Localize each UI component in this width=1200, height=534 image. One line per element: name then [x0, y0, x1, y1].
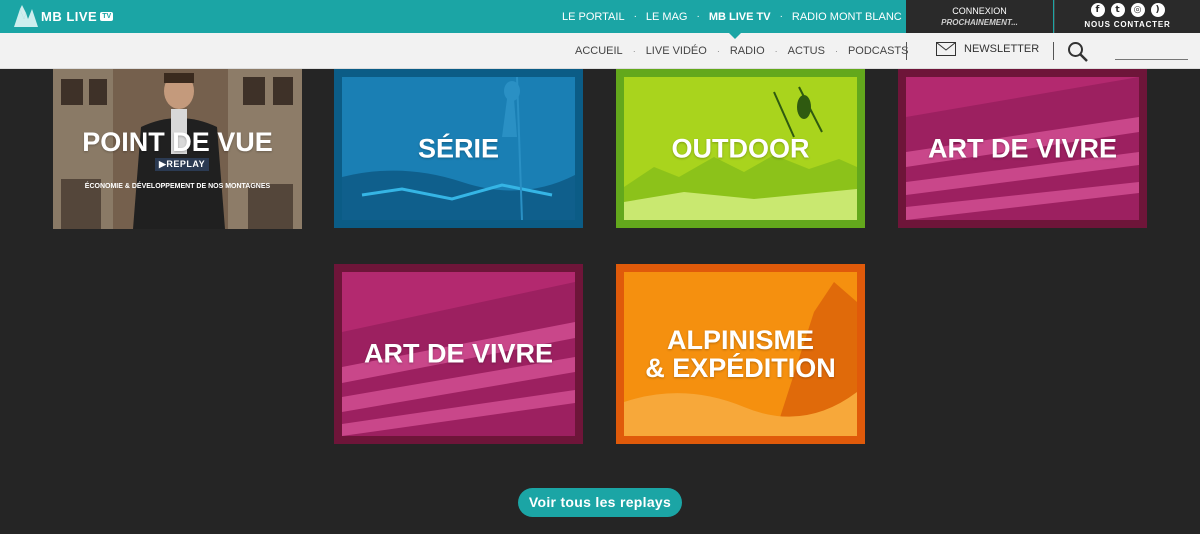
social-box: f t ◎ ) NOUS CONTACTER	[1054, 0, 1200, 33]
tile-subtitle: ÉCONOMIE & DÉVELOPPEMENT DE NOS MONTAGNE…	[84, 183, 271, 190]
tile-title-line-2: & EXPÉDITION	[645, 353, 836, 383]
top-bar: MB LIVE TV LE PORTAIL · LE MAG · MB LIVE…	[0, 0, 1200, 33]
envelope-icon	[936, 42, 956, 56]
nav-separator: ·	[632, 46, 636, 56]
mb-live-logo[interactable]: MB LIVE TV	[14, 4, 114, 28]
tile-alpinisme-expedition[interactable]: ALPINISME & EXPÉDITION	[616, 264, 865, 444]
tile-art-de-vivre[interactable]: ART DE VIVRE	[334, 264, 583, 444]
nav-separator: ·	[716, 46, 720, 56]
instagram-icon[interactable]: ◎	[1130, 3, 1145, 17]
nav-separator: ·	[633, 11, 637, 22]
divider	[1053, 42, 1054, 60]
tile-outdoor[interactable]: OUTDOOR	[616, 69, 865, 228]
login-sublabel: PROCHAINEMENT...	[941, 18, 1018, 27]
subnav-item-actus[interactable]: ACTUS	[788, 45, 825, 57]
brand-badge: TV	[100, 11, 114, 21]
nav-separator: ·	[774, 46, 778, 56]
contact-link[interactable]: NOUS CONTACTER	[1055, 20, 1200, 29]
rss-icon[interactable]: )	[1150, 3, 1165, 17]
mountain-logo-icon	[14, 5, 38, 27]
subnav-item-live-video[interactable]: LIVE VIDÉO	[646, 45, 707, 57]
tile-point-de-vue[interactable]: POINT DE VUE	[53, 69, 302, 229]
active-nav-caret	[729, 33, 741, 39]
subnav-item-accueil[interactable]: ACCUEIL	[575, 45, 623, 57]
tile-title: ALPINISME & EXPÉDITION	[624, 326, 857, 382]
subnav-item-podcasts[interactable]: PODCASTS	[848, 45, 909, 57]
twitter-icon[interactable]: t	[1110, 3, 1125, 17]
nav-item-radio-mont-blanc[interactable]: RADIO MONT BLANC	[792, 11, 902, 23]
nav-item-le-portail[interactable]: LE PORTAIL	[562, 11, 625, 23]
newsletter-link[interactable]: NEWSLETTER	[936, 42, 1039, 56]
nav-item-le-mag[interactable]: LE MAG	[646, 11, 688, 23]
tile-title: SÉRIE	[417, 133, 500, 163]
brand-name: MB LIVE	[41, 8, 98, 24]
nav-item-mb-live-tv[interactable]: MB LIVE TV	[709, 11, 771, 23]
search-button[interactable]	[1067, 41, 1089, 68]
subnav-item-radio[interactable]: RADIO	[730, 45, 765, 57]
login-box[interactable]: CONNEXION PROCHAINEMENT...	[906, 0, 1053, 33]
sub-bar: ACCUEIL · LIVE VIDÉO · RADIO · ACTUS · P…	[0, 33, 1200, 69]
tile-art-de-vivre[interactable]: ART DE VIVRE	[898, 69, 1147, 228]
portal-nav: LE PORTAIL · LE MAG · MB LIVE TV · RADIO…	[562, 0, 902, 33]
nav-separator: ·	[834, 46, 838, 56]
nav-separator: ·	[696, 11, 700, 22]
tile-serie[interactable]: SÉRIE	[334, 69, 583, 228]
tile-title: ART DE VIVRE	[927, 133, 1118, 163]
tile-title: OUTDOOR	[671, 133, 810, 163]
search-input[interactable]	[1115, 46, 1188, 60]
tile-title-line-1: ALPINISME	[666, 325, 814, 355]
tile-title: ART DE VIVRE	[363, 338, 554, 369]
replay-badge: ▶REPLAY	[155, 158, 210, 171]
sub-nav: ACCUEIL · LIVE VIDÉO · RADIO · ACTUS · P…	[575, 33, 908, 69]
login-label: CONNEXION	[952, 6, 1007, 16]
tile-title: POINT DE VUE	[82, 127, 273, 157]
nav-separator: ·	[779, 11, 783, 22]
search-icon	[1068, 42, 1088, 62]
facebook-icon[interactable]: f	[1090, 3, 1105, 17]
all-replays-button[interactable]: Voir tous les replays	[518, 488, 682, 517]
newsletter-label: NEWSLETTER	[964, 43, 1040, 55]
divider	[906, 42, 907, 60]
